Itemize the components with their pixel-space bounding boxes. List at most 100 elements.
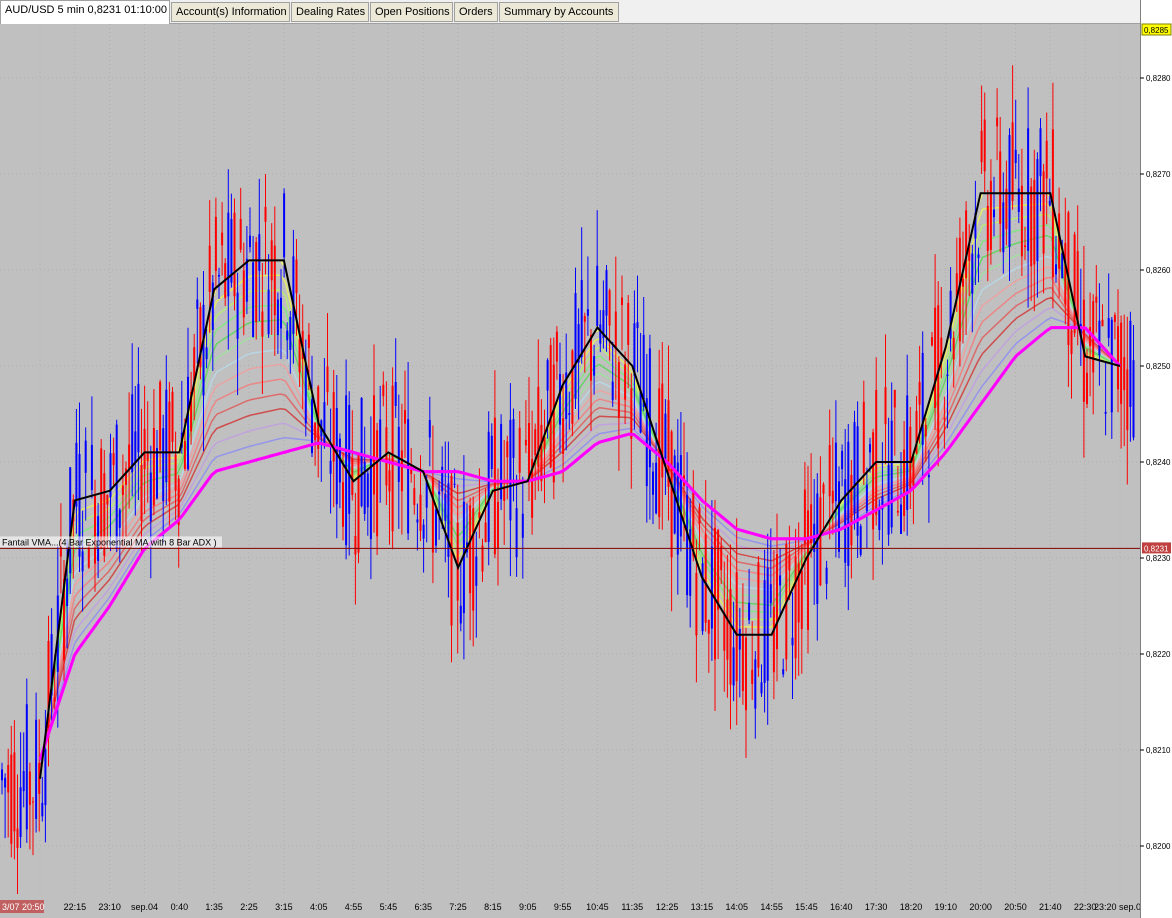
candle-body bbox=[354, 535, 357, 555]
candle-body bbox=[962, 278, 964, 287]
tab-open-positions[interactable]: Open Positions bbox=[370, 2, 453, 22]
candle-body bbox=[106, 494, 109, 505]
candle-body bbox=[559, 373, 561, 425]
candle-body bbox=[376, 430, 379, 537]
time-tick-label: 9:55 bbox=[554, 902, 572, 912]
candle-body bbox=[999, 151, 1002, 224]
candle-body bbox=[769, 584, 772, 604]
time-tick-label: 15:45 bbox=[795, 902, 818, 912]
candle-body bbox=[255, 242, 258, 322]
candle-body bbox=[131, 394, 134, 473]
candle-body bbox=[348, 405, 351, 514]
candle-body bbox=[1104, 411, 1107, 414]
candle-body bbox=[66, 578, 69, 606]
candle-body bbox=[174, 454, 177, 491]
time-tick-label: 13:15 bbox=[691, 902, 714, 912]
candle-body bbox=[69, 467, 72, 574]
candle-body bbox=[1039, 128, 1042, 177]
candle-body bbox=[453, 483, 456, 485]
candle-body bbox=[903, 449, 906, 517]
price-tick-label: 0,8240 bbox=[1146, 458, 1171, 467]
candle-body bbox=[580, 279, 583, 357]
chart-background bbox=[0, 24, 1140, 918]
candle-body bbox=[611, 381, 614, 401]
candle-body bbox=[720, 546, 723, 571]
candle-body bbox=[218, 274, 220, 277]
candle-body bbox=[1132, 360, 1135, 438]
candle-body bbox=[1126, 369, 1129, 431]
candle-body bbox=[983, 119, 986, 172]
candle-body bbox=[435, 509, 437, 546]
time-tick-label: 16:40 bbox=[830, 902, 853, 912]
candle-body bbox=[714, 527, 716, 660]
indicator-label: Fantail VMA...(4 Bar Exponential MA with… bbox=[2, 537, 217, 547]
candle-body bbox=[952, 337, 955, 360]
candle-body bbox=[115, 424, 118, 549]
tab-bar: AUD/USD 5 min 0,8231 01:10:00 Account(s)… bbox=[0, 0, 1140, 24]
candle-body bbox=[624, 364, 627, 400]
top-price-label: 0,8285 bbox=[1144, 26, 1169, 35]
time-tick-label: 11:35 bbox=[621, 902, 643, 912]
price-chart[interactable]: Fantail VMA...(4 Bar Exponential MA with… bbox=[0, 24, 1140, 918]
candle-body bbox=[267, 289, 270, 335]
candle-body bbox=[165, 389, 168, 483]
candle-body bbox=[90, 444, 93, 490]
candle-body bbox=[512, 419, 515, 458]
candle-body bbox=[472, 508, 475, 611]
candle-body bbox=[208, 245, 211, 292]
candle-body bbox=[943, 418, 946, 420]
candle-body bbox=[187, 376, 189, 470]
candle-body bbox=[410, 469, 413, 475]
time-tick-label: 8:15 bbox=[484, 902, 502, 912]
candle-body bbox=[779, 575, 782, 586]
candle-body bbox=[323, 402, 326, 444]
candle-body bbox=[757, 562, 760, 668]
tab-summary-by-accounts[interactable]: Summary by Accounts bbox=[499, 2, 619, 22]
candle-body bbox=[1020, 185, 1023, 257]
candle-body bbox=[605, 270, 608, 316]
candle-body bbox=[686, 494, 689, 596]
candle-body bbox=[1107, 318, 1110, 338]
candle-body bbox=[869, 444, 871, 453]
candle-body bbox=[900, 504, 902, 534]
tab-account-information[interactable]: Account(s) Information bbox=[171, 2, 290, 22]
candle-body bbox=[841, 450, 844, 470]
candle-body bbox=[283, 193, 286, 258]
candle-body bbox=[16, 828, 19, 848]
tab-dealing-rates[interactable]: Dealing Rates bbox=[291, 2, 369, 22]
candle-body bbox=[732, 647, 735, 686]
candle-body bbox=[1089, 327, 1092, 347]
candle-body bbox=[599, 324, 602, 344]
candle-body bbox=[162, 428, 165, 501]
tab-chart-audusd[interactable]: AUD/USD 5 min 0,8231 01:10:00 bbox=[0, 0, 170, 24]
candle-body bbox=[363, 461, 366, 514]
candle-body bbox=[912, 455, 915, 486]
candle-body bbox=[515, 508, 518, 558]
candle-body bbox=[760, 682, 763, 694]
candle-body bbox=[1048, 200, 1051, 206]
time-tick-label: 1:35 bbox=[205, 902, 223, 912]
price-tick-label: 0,8250 bbox=[1146, 362, 1171, 371]
time-tick-label: sep.04 bbox=[131, 902, 158, 912]
candle-body bbox=[921, 352, 924, 445]
candle-body bbox=[524, 439, 527, 446]
candle-body bbox=[400, 450, 403, 492]
candle-body bbox=[989, 180, 992, 250]
time-tick-label: 3/07 20:50 bbox=[2, 902, 45, 912]
candle-body bbox=[382, 384, 385, 397]
candle-body bbox=[481, 545, 484, 572]
price-scale[interactable]: 0,82800,82700,82600,82500,82400,82300,82… bbox=[1140, 0, 1172, 918]
candle-body bbox=[518, 427, 521, 473]
candle-body bbox=[13, 752, 16, 832]
candle-body bbox=[717, 530, 720, 610]
candle-body bbox=[1098, 320, 1101, 356]
candle-body bbox=[314, 422, 317, 440]
candle-body bbox=[1073, 234, 1076, 334]
candle-body bbox=[1095, 296, 1098, 303]
time-tick-label: 12:25 bbox=[656, 902, 679, 912]
candle-body bbox=[614, 311, 617, 350]
candle-body bbox=[394, 382, 397, 406]
candle-body bbox=[918, 382, 921, 405]
tab-orders[interactable]: Orders bbox=[454, 2, 498, 22]
candle-body bbox=[149, 472, 152, 522]
